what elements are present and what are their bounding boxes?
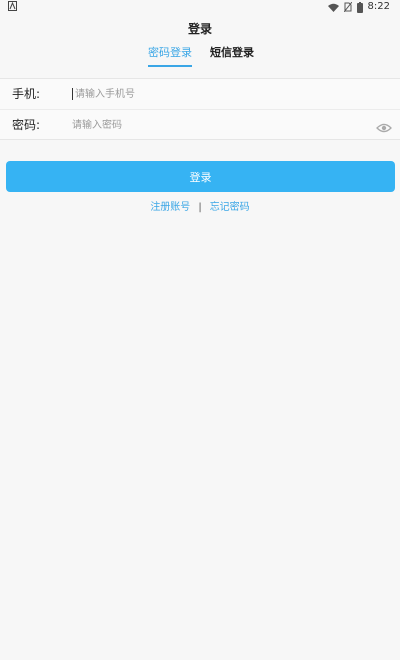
login-form: 手机: 密码:	[0, 78, 400, 140]
status-icons: 8:22	[327, 0, 390, 14]
phone-row: 手机:	[0, 79, 400, 110]
forgot-password-link[interactable]: 忘记密码	[210, 202, 250, 213]
tab-password-login[interactable]: 密码登录	[148, 43, 192, 67]
status-bar: 8:22	[0, 0, 400, 14]
password-row: 密码:	[0, 110, 400, 140]
password-label: 密码:	[12, 118, 41, 132]
android-notification-icon	[8, 1, 18, 11]
tab-password-login-label: 密码登录	[148, 46, 192, 59]
tab-sms-login-label: 短信登录	[210, 46, 254, 59]
text-cursor	[72, 88, 73, 100]
link-separator: |	[198, 202, 202, 213]
page-title: 登录	[187, 22, 212, 36]
eye-icon[interactable]	[376, 119, 392, 133]
tab-sms-login[interactable]: 短信登录	[210, 43, 254, 63]
login-button[interactable]: 登录	[6, 161, 395, 192]
account-links: 注册账号 | 忘记密码	[0, 201, 400, 215]
register-link[interactable]: 注册账号	[150, 202, 190, 213]
phone-label: 手机:	[12, 87, 41, 101]
battery-icon	[356, 1, 363, 13]
phone-input[interactable]	[75, 84, 365, 104]
wifi-icon	[327, 3, 339, 12]
active-tab-indicator	[148, 65, 192, 67]
password-input[interactable]	[72, 115, 362, 135]
no-sim-icon	[343, 2, 352, 12]
login-tabs: 密码登录 短信登录	[0, 43, 400, 69]
status-time: 8:22	[367, 1, 390, 12]
